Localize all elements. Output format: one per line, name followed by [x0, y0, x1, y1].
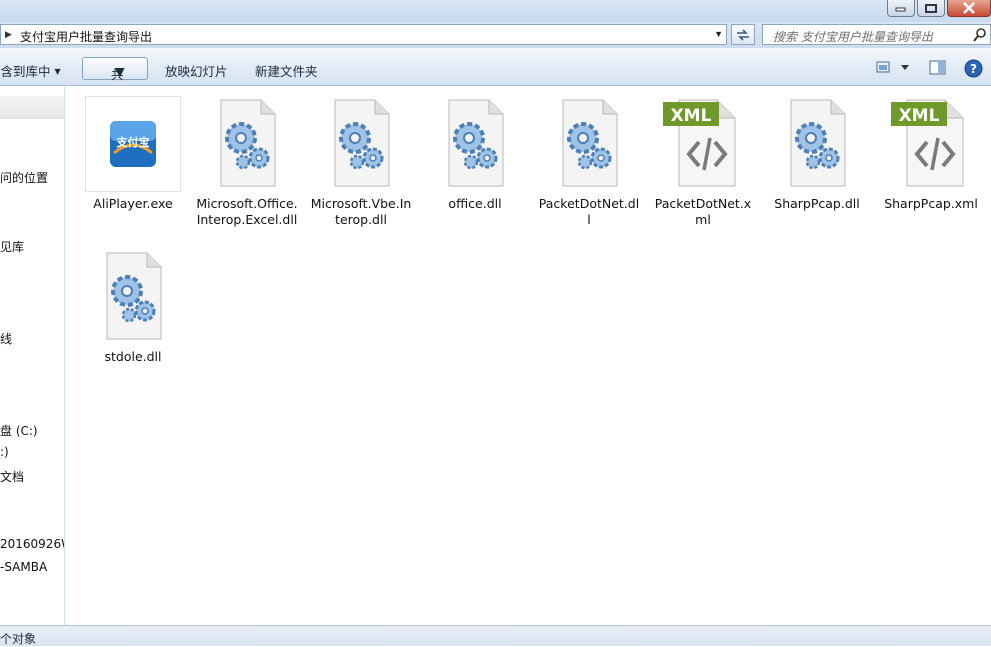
nav-item-documents[interactable]: 文档: [0, 468, 24, 485]
nav-item-drive-d[interactable]: :): [0, 445, 9, 459]
view-options-button[interactable]: [876, 60, 910, 77]
include-in-library-menu[interactable]: 包含到库中▼: [0, 61, 61, 80]
chevron-down-icon: ▼: [115, 64, 125, 79]
dll-gear-icon: [85, 249, 181, 345]
file-name: AliPlayer.exe: [93, 196, 173, 211]
breadcrumb-current[interactable]: 支付宝用户批量查询导出: [20, 28, 152, 45]
slideshow-button[interactable]: 放映幻灯片: [165, 61, 228, 80]
breadcrumb-arrow-icon[interactable]: ▶: [5, 29, 12, 40]
title-bar: [0, 0, 991, 22]
file-name: Microsoft.Vbe.Interop.dll: [310, 196, 412, 227]
command-bar: 包含到库中▼ 共享▼ 放映幻灯片 新建文件夹 ?: [0, 48, 991, 101]
alipay-app-icon: 支付宝: [110, 121, 156, 167]
chevron-down-icon: ▼: [54, 67, 61, 76]
file-item[interactable]: SharpPcap.dll: [762, 96, 872, 212]
xml-badge-text: XML: [899, 106, 940, 126]
close-button[interactable]: [947, 0, 991, 17]
dll-gear-icon: [427, 96, 523, 192]
file-name: SharpPcap.xml: [884, 196, 978, 211]
maximize-button[interactable]: [917, 0, 945, 17]
refresh-button[interactable]: [731, 24, 755, 45]
address-dropdown-icon[interactable]: ▼: [714, 29, 723, 39]
xml-badge-text: XML: [671, 106, 712, 126]
nav-item-recent-places[interactable]: 问的位置: [0, 169, 48, 186]
nav-item-video-library[interactable]: 见库: [0, 238, 24, 255]
file-item[interactable]: stdole.dll: [78, 249, 188, 365]
file-name: PacketDotNet.dll: [538, 196, 640, 227]
file-item[interactable]: Microsoft.Vbe.Interop.dll: [306, 96, 416, 228]
status-item-count: 个对象: [0, 632, 37, 646]
dll-gear-icon: [541, 96, 637, 192]
file-item[interactable]: PacketDotNet.dll: [534, 96, 644, 228]
file-name: Microsoft.Office.Interop.Excel.dll: [196, 196, 298, 227]
file-item[interactable]: XML PacketDotNet.xml: [648, 96, 758, 228]
search-placeholder: 搜索 支付宝用户批量查询导出: [773, 30, 933, 44]
nav-item-computer[interactable]: 20160926W(: [0, 537, 64, 551]
view-icon: [876, 61, 909, 73]
close-icon: [963, 2, 975, 14]
search-box[interactable]: 搜索 支付宝用户批量查询导出: [762, 24, 991, 45]
status-bar: 个对象: [0, 625, 991, 646]
file-thumbnail: 支付宝: [85, 96, 181, 192]
file-list: 支付宝 AliPlayer.exe Microsoft.Office.Inter…: [66, 86, 991, 625]
file-item[interactable]: XML SharpPcap.xml: [876, 96, 986, 212]
help-button[interactable]: ?: [964, 59, 983, 81]
preview-pane-button[interactable]: [929, 60, 946, 78]
address-bar[interactable]: ▶ 支付宝用户批量查询导出 ▼: [0, 24, 727, 45]
file-name: SharpPcap.dll: [774, 196, 860, 211]
nav-item-drive-c[interactable]: 盘 (C:): [0, 422, 38, 439]
dll-gear-icon: [313, 96, 409, 192]
refresh-icon: [737, 28, 749, 41]
share-menu-button[interactable]: 共享▼: [82, 57, 148, 101]
minimize-button[interactable]: [887, 0, 915, 17]
nav-item-network[interactable]: 线: [0, 330, 12, 347]
dll-gear-icon: [769, 96, 865, 192]
window-controls: [885, 0, 991, 19]
nav-item-samba[interactable]: -SAMBA: [0, 560, 47, 574]
file-item[interactable]: office.dll: [420, 96, 530, 212]
address-row: ▶ 支付宝用户批量查询导出 ▼ 搜索 支付宝用户批量查询导出: [0, 22, 991, 48]
file-name: PacketDotNet.xml: [654, 196, 752, 227]
minimize-icon: [895, 7, 906, 12]
new-folder-button[interactable]: 新建文件夹: [255, 61, 318, 80]
file-name: stdole.dll: [104, 349, 162, 364]
svg-text:?: ?: [970, 62, 977, 76]
file-item[interactable]: Microsoft.Office.Interop.Excel.dll: [192, 96, 302, 228]
help-icon: ?: [964, 59, 983, 78]
dll-gear-icon: [199, 96, 295, 192]
preview-pane-icon: [929, 60, 946, 75]
xml-file-icon: XML: [883, 96, 979, 192]
file-item[interactable]: 支付宝 AliPlayer.exe: [78, 96, 188, 212]
search-icon[interactable]: [972, 27, 988, 43]
restore-icon: [925, 3, 937, 13]
xml-file-icon: XML: [655, 96, 751, 192]
include-in-library-label: 包含到库中: [0, 64, 51, 79]
file-name: office.dll: [448, 196, 502, 211]
ali-logo-text: 支付宝: [116, 135, 150, 149]
navigation-pane: 问的位置 见库 线 盘 (C:) :) 文档 20160926W( -SAMBA: [0, 86, 65, 625]
nav-header-favorites[interactable]: [0, 96, 64, 119]
